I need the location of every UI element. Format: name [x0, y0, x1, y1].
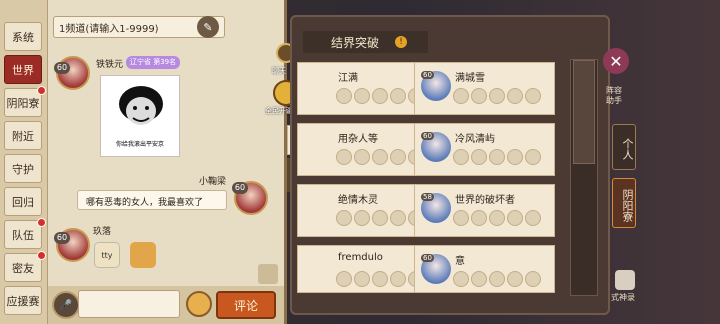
username: 铁铁元 [96, 60, 124, 70]
tab-personal[interactable]: 个人 [612, 124, 636, 170]
warning-icon[interactable]: ! [395, 36, 407, 48]
tab-team[interactable]: 队伍 [4, 218, 46, 249]
shikigami-slots [336, 271, 424, 287]
tab-nearby[interactable]: 附近 [4, 121, 42, 150]
pencil-icon[interactable]: ✎ [197, 16, 219, 38]
player-name: 满城雪 [455, 73, 485, 84]
panel-title: 结界突破 [303, 31, 428, 53]
player-name: 江满 [338, 73, 358, 84]
send-button[interactable]: 评论 [216, 291, 276, 319]
tab-guard[interactable]: 守护 [4, 154, 42, 183]
player-name: 绝情木灵 [338, 195, 378, 206]
tab-label: 系统 [12, 30, 34, 44]
emoji-icon[interactable] [186, 291, 212, 317]
shikigami-slots [453, 149, 541, 165]
tab-system[interactable]: 系统 [4, 22, 42, 51]
tab-label: 回归 [12, 195, 34, 209]
shikigami-slots [336, 210, 424, 226]
tab-label: 附近 [12, 129, 34, 143]
level-badge: 60 [54, 232, 70, 244]
notification-dot [37, 218, 46, 227]
player-name: 用杂人等 [338, 134, 378, 145]
chat-input-bar: 🎤 评论 [48, 286, 284, 324]
notification-dot [37, 86, 46, 95]
meme-caption: 你给我滚出平安京 [101, 139, 179, 148]
username: 小鞠梁 [199, 177, 227, 187]
shikigami-slots [336, 149, 424, 165]
tab-guild[interactable]: 阴阳寮 [4, 86, 46, 117]
notification-dot [37, 251, 46, 260]
chat-panel: 系统 世界 阴阳寮 附近 守护 回归 队伍 密友 应援赛 1频道(请输入1-99… [0, 0, 287, 324]
tab-label: 密友 [12, 261, 34, 275]
microphone-icon[interactable]: 🎤 [52, 291, 80, 319]
expand-icon[interactable] [258, 264, 278, 284]
realm-card[interactable]: 60 冷风清屿 [414, 123, 555, 176]
sticker-image[interactable] [130, 242, 156, 268]
level-badge: 60 [54, 62, 70, 74]
meme-image[interactable]: 你给我滚出平安京 [100, 75, 180, 157]
tab-label: 应援赛 [6, 294, 40, 308]
rank-badge: 辽宁省 第39名 [126, 56, 181, 69]
level-badge: 60 [421, 71, 434, 79]
username: 玖落 [93, 227, 112, 237]
sticker-image[interactable]: tty [94, 242, 120, 268]
tab-label: 守护 [12, 162, 34, 176]
shikigami-slots [336, 88, 424, 104]
player-name: 世界的破坏者 [455, 195, 515, 206]
tab-label: 队伍 [12, 228, 34, 242]
realm-card[interactable]: 60 意 [414, 245, 555, 293]
tab-label: 阴阳寮 [6, 96, 40, 110]
level-badge: 60 [421, 132, 434, 140]
shikigami-record-label[interactable]: 式神录 [611, 292, 635, 303]
chat-text-input[interactable] [78, 290, 180, 318]
level-badge: 60 [232, 182, 248, 194]
shikigami-slots [453, 88, 541, 104]
tab-world[interactable]: 世界 [4, 55, 42, 84]
shikigami-slots [453, 271, 541, 287]
chat-message: 哪有恶毒的女人，我最喜欢了 [77, 190, 227, 210]
shikigami-slots [453, 210, 541, 226]
level-badge: 60 [421, 254, 434, 262]
tab-label: 世界 [12, 63, 34, 77]
tab-return[interactable]: 回归 [4, 187, 42, 216]
tab-support[interactable]: 应援赛 [4, 286, 42, 315]
level-badge: 58 [421, 193, 434, 201]
scrollbar-thumb[interactable] [573, 60, 595, 164]
chat-label: 聊天 [272, 67, 286, 75]
tab-guild-realm[interactable]: 阴阳寮 [612, 178, 636, 228]
chat-channel-tabs: 系统 世界 阴阳寮 附近 守护 回归 队伍 密友 应援赛 [0, 0, 48, 324]
realm-card[interactable]: 60 满城雪 [414, 62, 555, 115]
player-name: fremdulo [338, 252, 383, 263]
player-name: 意 [455, 256, 465, 267]
player-name: 冷风清屿 [455, 134, 495, 145]
fox-mask-icon[interactable] [615, 270, 635, 290]
lineup-helper-button[interactable]: 阵容助手 [606, 86, 628, 106]
close-icon[interactable]: ✕ [603, 48, 629, 74]
tab-friends[interactable]: 密友 [4, 251, 46, 282]
realm-card[interactable]: 58 世界的破坏者 [414, 184, 555, 237]
